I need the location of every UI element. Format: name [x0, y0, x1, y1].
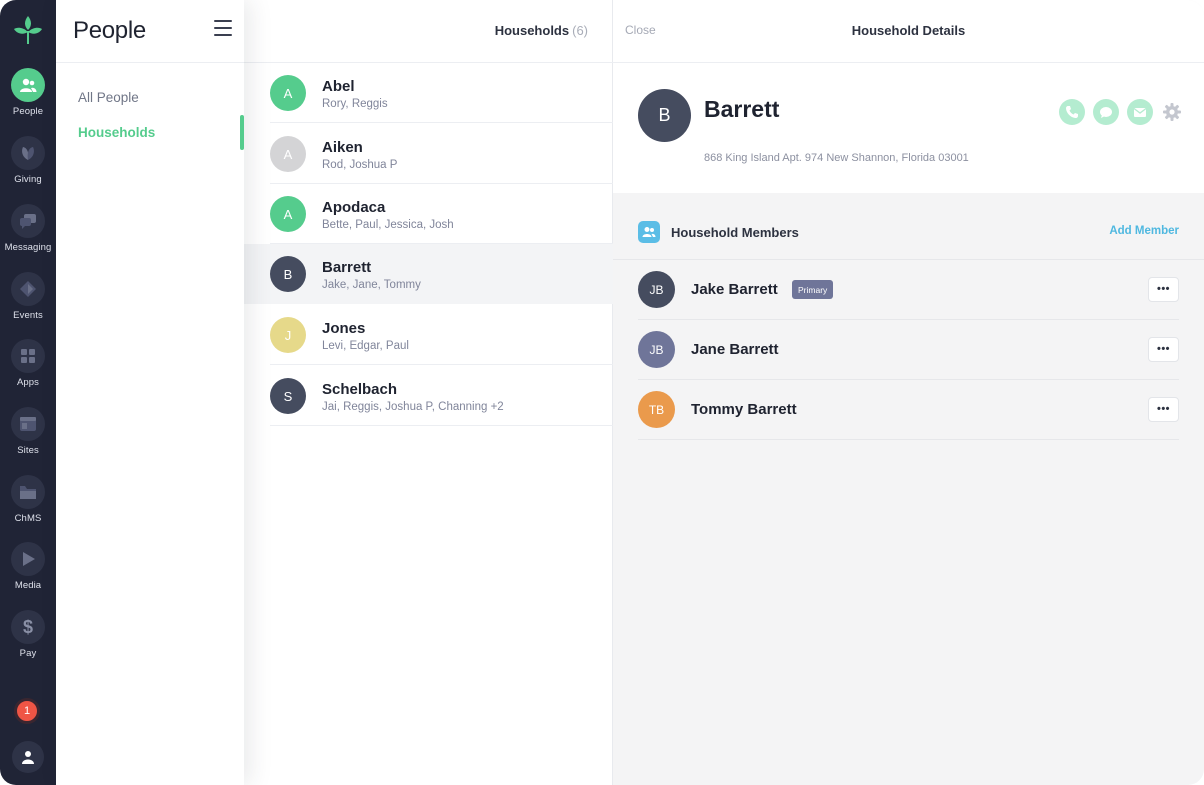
- rail-label: Events: [13, 310, 43, 321]
- household-members: Rory, Reggis: [322, 98, 388, 110]
- rail-item-pay[interactable]: $ Pay: [0, 610, 56, 659]
- events-icon: [11, 272, 45, 306]
- household-profile: B Barrett 868 King Island Apt. 974 New S…: [613, 63, 1204, 193]
- member-row-jake[interactable]: JB Jake Barrett Primary •••: [638, 260, 1179, 320]
- household-title: Barrett: [704, 96, 780, 122]
- rail-label: ChMS: [14, 513, 42, 524]
- hamburger-menu-icon[interactable]: [214, 20, 232, 36]
- rail-label: People: [12, 106, 44, 117]
- details-header: Household Details Close: [613, 0, 1204, 63]
- more-options-button[interactable]: •••: [1148, 277, 1179, 302]
- more-options-button[interactable]: •••: [1148, 397, 1179, 422]
- phone-icon[interactable]: [1059, 99, 1085, 125]
- nav-link-households[interactable]: Households: [78, 125, 155, 140]
- close-button[interactable]: Close: [625, 23, 656, 37]
- household-name: Abel: [322, 78, 355, 95]
- app-window: People Giving Messaging Events Apps Site…: [0, 0, 1204, 785]
- members-section-header: Household Members Add Member: [638, 221, 1179, 245]
- page-title: People: [73, 17, 146, 44]
- household-avatar: J: [270, 317, 306, 353]
- nav-link-all-people[interactable]: All People: [78, 90, 139, 105]
- email-icon[interactable]: [1127, 99, 1153, 125]
- household-name: Barrett: [322, 259, 372, 276]
- dollar-icon: $: [11, 610, 45, 644]
- household-avatar: S: [270, 378, 306, 414]
- household-name: Jones: [322, 320, 366, 337]
- details-title: Household Details: [851, 23, 966, 38]
- play-icon: [11, 542, 45, 576]
- household-members: Bette, Paul, Jessica, Josh: [322, 219, 454, 231]
- household-members: Levi, Edgar, Paul: [322, 340, 409, 352]
- rail-label: Messaging: [4, 242, 52, 253]
- member-name: Jake Barrett: [691, 281, 778, 298]
- household-members: Jai, Reggis, Joshua P, Channing +2: [322, 401, 504, 413]
- leaf-icon: [11, 136, 45, 170]
- household-name: Apodaca: [322, 199, 386, 216]
- divider: [56, 62, 244, 63]
- more-options-button[interactable]: •••: [1148, 337, 1179, 362]
- message-icon[interactable]: [1093, 99, 1119, 125]
- list-header: Households (6): [244, 0, 613, 63]
- rail-label: Sites: [17, 445, 39, 456]
- households-list: Households (6) A Abel Rory, Reggis A Aike…: [244, 0, 613, 785]
- members-title: Household Members: [671, 225, 799, 240]
- member-name: Jane Barrett: [691, 341, 779, 358]
- app-rail: People Giving Messaging Events Apps Site…: [0, 0, 56, 785]
- primary-badge: Primary: [792, 280, 834, 299]
- list-title-text: Households: [494, 23, 570, 38]
- chat-icon: [11, 204, 45, 238]
- household-row-schelbach[interactable]: S Schelbach Jai, Reggis, Joshua P, Chann…: [244, 366, 613, 426]
- member-avatar: JB: [638, 331, 675, 368]
- household-avatar: B: [270, 256, 306, 292]
- member-row-tommy[interactable]: TB Tommy Barrett •••: [638, 380, 1179, 440]
- people-icon: [11, 68, 45, 102]
- household-members: Rod, Joshua P: [322, 159, 398, 171]
- user-avatar-icon[interactable]: [12, 741, 44, 773]
- rail-item-chms[interactable]: ChMS: [0, 475, 56, 524]
- members-icon: [638, 221, 660, 243]
- household-name: Schelbach: [322, 381, 398, 398]
- household-row-jones[interactable]: J Jones Levi, Edgar, Paul: [244, 305, 613, 365]
- household-avatar-large: B: [638, 89, 691, 142]
- rail-item-people[interactable]: People: [0, 68, 56, 117]
- member-name: Tommy Barrett: [691, 401, 797, 418]
- rail-item-apps[interactable]: Apps: [0, 339, 56, 388]
- household-address: 868 King Island Apt. 974 New Shannon, Fl…: [704, 152, 969, 164]
- household-row-abel[interactable]: A Abel Rory, Reggis: [244, 63, 613, 123]
- section-nav: People All People Households: [56, 0, 244, 785]
- household-count: (6): [572, 23, 588, 38]
- rail-item-messaging[interactable]: Messaging: [0, 204, 56, 253]
- leaf-logo-icon[interactable]: [13, 14, 43, 46]
- rail-item-sites[interactable]: Sites: [0, 407, 56, 456]
- folder-icon: [11, 475, 45, 509]
- rail-label: Giving: [14, 174, 42, 185]
- add-member-button[interactable]: Add Member: [1109, 225, 1179, 237]
- active-nav-indicator: [240, 115, 244, 150]
- sites-icon: [11, 407, 45, 441]
- household-avatar: A: [270, 136, 306, 172]
- household-avatar: A: [270, 196, 306, 232]
- member-avatar: JB: [638, 271, 675, 308]
- rail-label: Apps: [16, 377, 40, 388]
- household-row-barrett[interactable]: B Barrett Jake, Jane, Tommy: [244, 244, 613, 304]
- household-name: Aiken: [322, 139, 363, 156]
- rail-item-giving[interactable]: Giving: [0, 136, 56, 185]
- list-title: Households (6): [495, 23, 588, 38]
- household-members: Jake, Jane, Tommy: [322, 279, 421, 291]
- apps-grid-icon: [11, 339, 45, 373]
- household-avatar: A: [270, 75, 306, 111]
- rail-item-media[interactable]: Media: [0, 542, 56, 591]
- household-row-aiken[interactable]: A Aiken Rod, Joshua P: [244, 124, 613, 184]
- household-row-apodaca[interactable]: A Apodaca Bette, Paul, Jessica, Josh: [244, 184, 613, 244]
- rail-label: Pay: [19, 648, 37, 659]
- rail-label: Media: [14, 580, 42, 591]
- member-row-jane[interactable]: JB Jane Barrett •••: [638, 320, 1179, 380]
- household-details-panel: Household Details Close B Barrett 868 Ki…: [613, 0, 1204, 785]
- rail-item-events[interactable]: Events: [0, 272, 56, 321]
- gear-icon[interactable]: [1161, 101, 1183, 123]
- notification-badge[interactable]: 1: [14, 698, 40, 724]
- member-avatar: TB: [638, 391, 675, 428]
